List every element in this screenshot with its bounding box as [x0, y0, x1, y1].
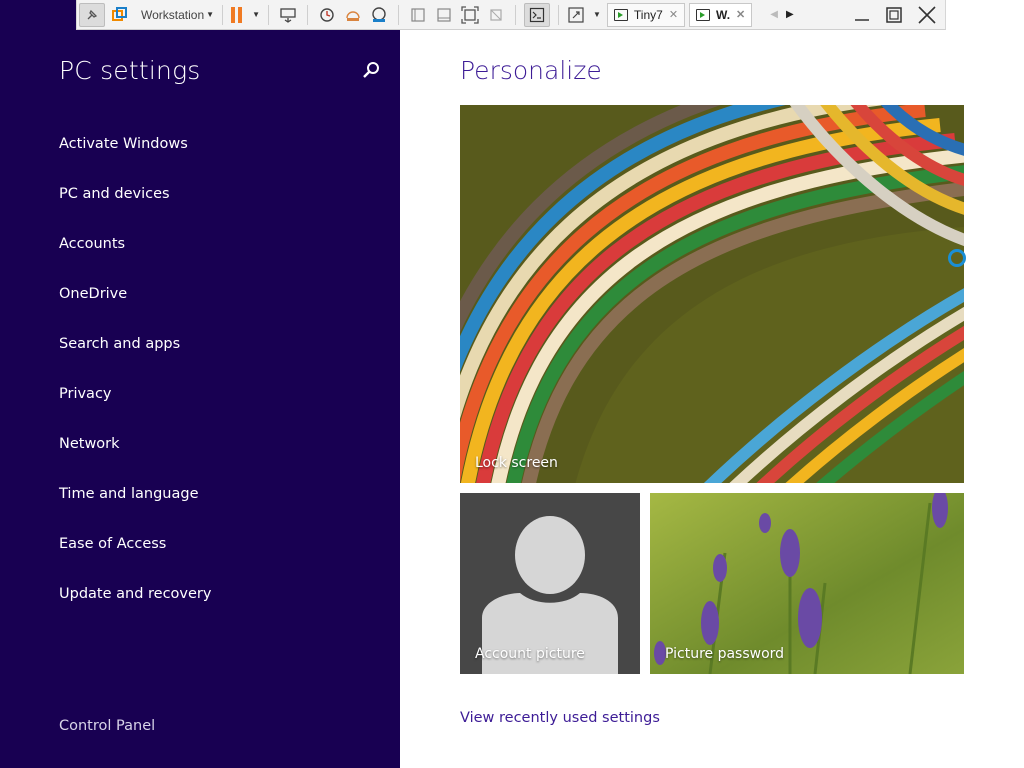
restore-icon[interactable]	[885, 6, 903, 24]
vm-toolbar: Workstation ▼ ▼ ▼ Tiny7 ✕ W. ✕ ◀ ▶	[76, 0, 946, 30]
window-controls	[853, 5, 937, 25]
busy-cursor-icon	[948, 249, 966, 267]
sidebar-item-activate-windows[interactable]: Activate Windows	[59, 132, 211, 182]
vm-running-icon	[613, 8, 628, 21]
snapshot-manager-icon[interactable]	[368, 3, 390, 27]
account-picture-label: Account picture	[475, 646, 585, 662]
scroll-left-icon[interactable]: ◀	[770, 9, 778, 20]
fit-guest-icon[interactable]	[459, 3, 481, 27]
toolbar-divider	[514, 4, 516, 25]
vm-running-icon	[696, 8, 711, 21]
sidebar-item-search-and-apps[interactable]: Search and apps	[59, 332, 211, 382]
snapshot-icon[interactable]	[316, 3, 338, 27]
account-picture-tile[interactable]: Account picture	[460, 493, 640, 674]
thumbnail-view-icon[interactable]	[433, 3, 455, 27]
sidebar-item-update-and-recovery[interactable]: Update and recovery	[59, 582, 211, 632]
picture-password-label: Picture password	[665, 646, 785, 662]
chevron-down-icon: ▼	[252, 10, 260, 19]
picture-password-tile[interactable]: Picture password	[650, 493, 964, 674]
chevron-down-icon: ▼	[592, 10, 601, 19]
toolbar-divider	[397, 4, 399, 25]
lock-screen-image	[460, 105, 964, 483]
fullscreen-button[interactable]: ▼	[567, 3, 601, 27]
sidebar-item-ease-of-access[interactable]: Ease of Access	[59, 532, 211, 582]
sidebar-item-pc-and-devices[interactable]: PC and devices	[59, 182, 211, 232]
pause-button[interactable]: ▼	[231, 3, 260, 27]
pause-icon	[231, 6, 243, 23]
fullscreen-icon	[568, 6, 584, 23]
autofit-icon[interactable]	[485, 3, 507, 27]
vm-tab-tiny7[interactable]: Tiny7 ✕	[606, 2, 686, 27]
toolbar-divider	[222, 4, 224, 25]
send-ctrl-alt-del-icon[interactable]	[277, 3, 299, 27]
toolbar-divider	[267, 4, 269, 25]
sidebar-item-privacy[interactable]: Privacy	[59, 382, 211, 432]
sidebar-item-onedrive[interactable]: OneDrive	[59, 282, 211, 332]
workstation-label: Workstation	[141, 7, 205, 22]
sidebar-item-time-and-language[interactable]: Time and language	[59, 482, 211, 532]
minimize-icon[interactable]	[853, 6, 871, 24]
settings-sidebar: PC settings Activate Windows PC and devi…	[0, 0, 400, 768]
lock-screen-label: Lock screen	[475, 455, 558, 471]
chevron-down-icon: ▼	[206, 10, 215, 19]
sidebar-item-accounts[interactable]: Accounts	[59, 232, 211, 282]
close-window-icon[interactable]	[917, 5, 937, 25]
workstation-menu[interactable]: Workstation ▼	[135, 3, 214, 27]
sidebar-nav: Activate Windows PC and devices Accounts…	[59, 132, 211, 632]
search-icon[interactable]	[360, 60, 382, 82]
section-title: Personalize	[460, 56, 602, 85]
close-icon[interactable]: ✕	[669, 8, 678, 21]
vm-tab-windows[interactable]: W. ✕	[689, 2, 753, 27]
vm-tab-label: W.	[716, 7, 731, 22]
terminal-icon[interactable]	[523, 2, 550, 27]
view-recent-settings-link[interactable]: View recently used settings	[460, 710, 660, 726]
vm-tab-label: Tiny7	[633, 7, 663, 22]
close-icon[interactable]: ✕	[736, 8, 745, 21]
lock-screen-tile[interactable]: Lock screen	[460, 105, 964, 483]
vmware-logo-icon[interactable]	[109, 3, 131, 27]
page-title: PC settings	[59, 56, 201, 85]
console-view-icon[interactable]	[407, 3, 429, 27]
toolbar-divider	[557, 4, 559, 25]
control-panel-link[interactable]: Control Panel	[59, 718, 155, 734]
pin-icon[interactable]	[79, 2, 105, 27]
toolbar-divider	[306, 4, 308, 25]
scroll-right-icon[interactable]: ▶	[786, 9, 794, 20]
sidebar-item-network[interactable]: Network	[59, 432, 211, 482]
revert-snapshot-icon[interactable]	[342, 3, 364, 27]
